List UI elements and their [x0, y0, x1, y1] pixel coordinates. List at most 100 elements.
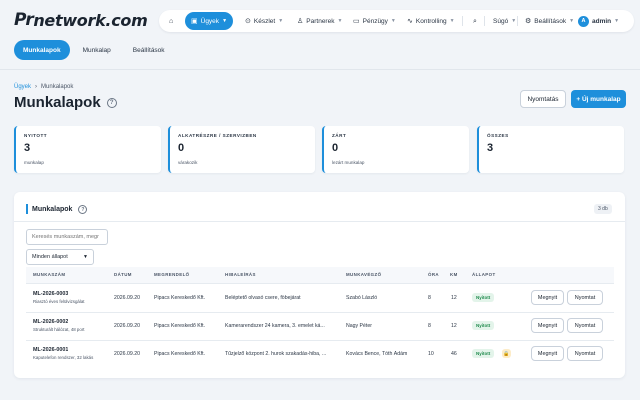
stat-sub: lezárt munkalap [332, 160, 365, 165]
worksheet-desc: Kaputelefon rendszer, 32 lakás [33, 355, 94, 360]
worksheet-customer: Pipacs Kereskedő Kft. [154, 295, 206, 301]
nav-home[interactable]: ⌂ [163, 12, 179, 30]
column-header[interactable]: ÓRA [428, 272, 439, 277]
chart-icon: ∿ [407, 17, 413, 25]
nav-item-label: Készlet [253, 17, 276, 25]
nav-settings[interactable]: ⚙ Beállítások ▼ [519, 12, 580, 30]
column-header[interactable]: HIBALEÍRÁS [225, 272, 256, 277]
top-bar: Pr network.com ⌂ ▣ Ügyek ▼ ⊙ Készlet ▼ ♙… [0, 0, 640, 38]
brand-logo[interactable]: Pr network.com [14, 10, 148, 30]
user-menu[interactable]: A admin ▼ [572, 12, 625, 30]
column-header[interactable]: DÁTUM [114, 272, 132, 277]
nav-item-keszlet[interactable]: ⊙ Készlet ▼ [239, 12, 289, 30]
worksheet-worker: Szabó László [346, 295, 378, 301]
table-row[interactable]: ML-2026-0003 Riasztó éves felülvizsgálat… [26, 284, 614, 312]
settings-label: Beállítások [534, 17, 567, 25]
nav-search[interactable]: ⌕ [467, 12, 483, 30]
nav-item-penzugy[interactable]: ▭ Pénzügy ▼ [347, 12, 402, 30]
box-icon: ⊙ [245, 17, 251, 25]
stat-value: 3 [487, 142, 494, 154]
worksheet-hours: 8 [428, 323, 431, 329]
worksheet-issue: Beléptető olvasó csere, föbejárat [225, 295, 301, 301]
worksheet-desc: Riasztó éves felülvizsgálat [33, 299, 85, 304]
nav-divider [462, 16, 463, 26]
stat-label: ÖSSZES [487, 133, 509, 138]
print-button[interactable]: Nyomtatás [520, 90, 566, 108]
panel-title: Munkalapok ? [32, 205, 88, 214]
avatar: A [578, 15, 589, 27]
worksheet-date: 2026.09.20 [114, 295, 140, 301]
nav-item-kontrolling[interactable]: ∿ Kontrolling ▼ [401, 12, 461, 30]
count-badge: 3 db [594, 204, 612, 214]
print-row-button[interactable]: Nyomtat [567, 318, 603, 333]
column-header[interactable]: ÁLLAPOT [472, 272, 496, 277]
open-button[interactable]: Megnyit [531, 290, 564, 305]
worksheet-customer: Pipacs Kereskedő Kft. [154, 323, 206, 329]
stat-sub: várakozik [178, 160, 198, 165]
gear-icon: ⚙ [525, 17, 532, 25]
divider [0, 69, 640, 70]
stat-card-waiting: ALKATRÉSZRE / SZERVIZBEN 0 várakozik [168, 126, 315, 173]
stat-label: ALKATRÉSZRE / SZERVIZBEN [178, 133, 257, 138]
nav-divider [517, 16, 518, 26]
stat-card-total: ÖSSZES 3 [477, 126, 624, 173]
worksheet-worker: Kovács Bence, Tóth Ádám [346, 351, 408, 357]
search-icon: ⌕ [473, 17, 477, 25]
logo-mark: Pr [14, 10, 34, 30]
worksheet-hours: 10 [428, 351, 434, 357]
column-header[interactable]: MEGRENDELŐ [154, 272, 189, 277]
print-row-button[interactable]: Nyomtat [567, 346, 603, 361]
help-label: Súgó [493, 17, 509, 25]
divider [14, 221, 625, 222]
tab-munkalapok[interactable]: Munkalapok [14, 40, 70, 60]
worksheet-hours: 8 [428, 295, 431, 301]
table-row[interactable]: ML-2026-0002 Strukturált hálózat, 48 por… [26, 312, 614, 340]
help-icon[interactable]: ? [78, 205, 88, 214]
worksheet-id[interactable]: ML-2026-0002 [33, 319, 68, 325]
chevron-down-icon: ▼ [278, 18, 284, 24]
worksheet-issue: Tűzjelző központ 2. hurok szakadás-hiba,… [225, 351, 327, 357]
home-icon: ⌂ [169, 17, 174, 25]
page-title-text: Munkalapok [14, 94, 101, 111]
chevron-down-icon: ▼ [390, 18, 396, 24]
nav-item-ugyek[interactable]: ▣ Ügyek ▼ [185, 12, 234, 30]
column-header[interactable]: MUNKAVÉGZŐ [346, 272, 381, 277]
nav-item-label: Kontrolling [415, 17, 447, 25]
tab-beallitasok[interactable]: Beállítások [124, 40, 174, 60]
print-row-button[interactable]: Nyomtat [567, 290, 603, 305]
worksheet-date: 2026.09.20 [114, 351, 140, 357]
status-badge: Nyitott [472, 321, 495, 330]
tab-munkalap[interactable]: Munkalap [74, 40, 120, 60]
chevron-down-icon: ▼ [222, 18, 228, 24]
status-filter-select[interactable]: Minden állapot ▼ [26, 249, 94, 265]
chevron-down-icon: ▼ [511, 18, 517, 24]
open-button[interactable]: Megnyit [531, 318, 564, 333]
nav-item-partnerek[interactable]: ♙ Partnerek ▼ [291, 12, 348, 30]
table-row[interactable]: ML-2026-0001 Kaputelefon rendszer, 32 la… [26, 340, 614, 368]
column-header[interactable]: KM [450, 272, 458, 277]
panel-title-text: Munkalapok [32, 206, 73, 213]
chevron-down-icon: ▼ [83, 254, 88, 260]
column-header[interactable]: MUNKASZÁM [33, 272, 65, 277]
worksheet-id[interactable]: ML-2026-0001 [33, 347, 68, 353]
breadcrumb-parent[interactable]: Ügyek [14, 84, 31, 90]
user-name: admin [592, 17, 612, 25]
stat-value: 0 [178, 142, 185, 154]
help-icon[interactable]: ? [106, 97, 117, 108]
worksheet-id[interactable]: ML-2026-0003 [33, 291, 68, 297]
worksheet-km: 46 [451, 351, 457, 357]
search-input[interactable] [26, 229, 108, 245]
wallet-icon: ▭ [353, 17, 360, 25]
worksheet-customer: Pipacs Kereskedő Kft. [154, 351, 206, 357]
new-worksheet-button[interactable]: + Új munkalap [571, 90, 626, 108]
briefcase-icon: ▣ [191, 17, 198, 25]
stat-label: ZÁRT [332, 133, 347, 138]
panel-accent [26, 204, 28, 214]
stat-sub: munkalap [24, 160, 44, 165]
worksheet-issue: Kamerarendszer 24 kamera, 3. emelet ká..… [225, 323, 325, 329]
status-badge: Nyitott [472, 349, 495, 358]
open-button[interactable]: Megnyit [531, 346, 564, 361]
chevron-down-icon: ▼ [337, 18, 343, 24]
users-icon: ♙ [297, 17, 304, 25]
worksheet-km: 12 [451, 295, 457, 301]
